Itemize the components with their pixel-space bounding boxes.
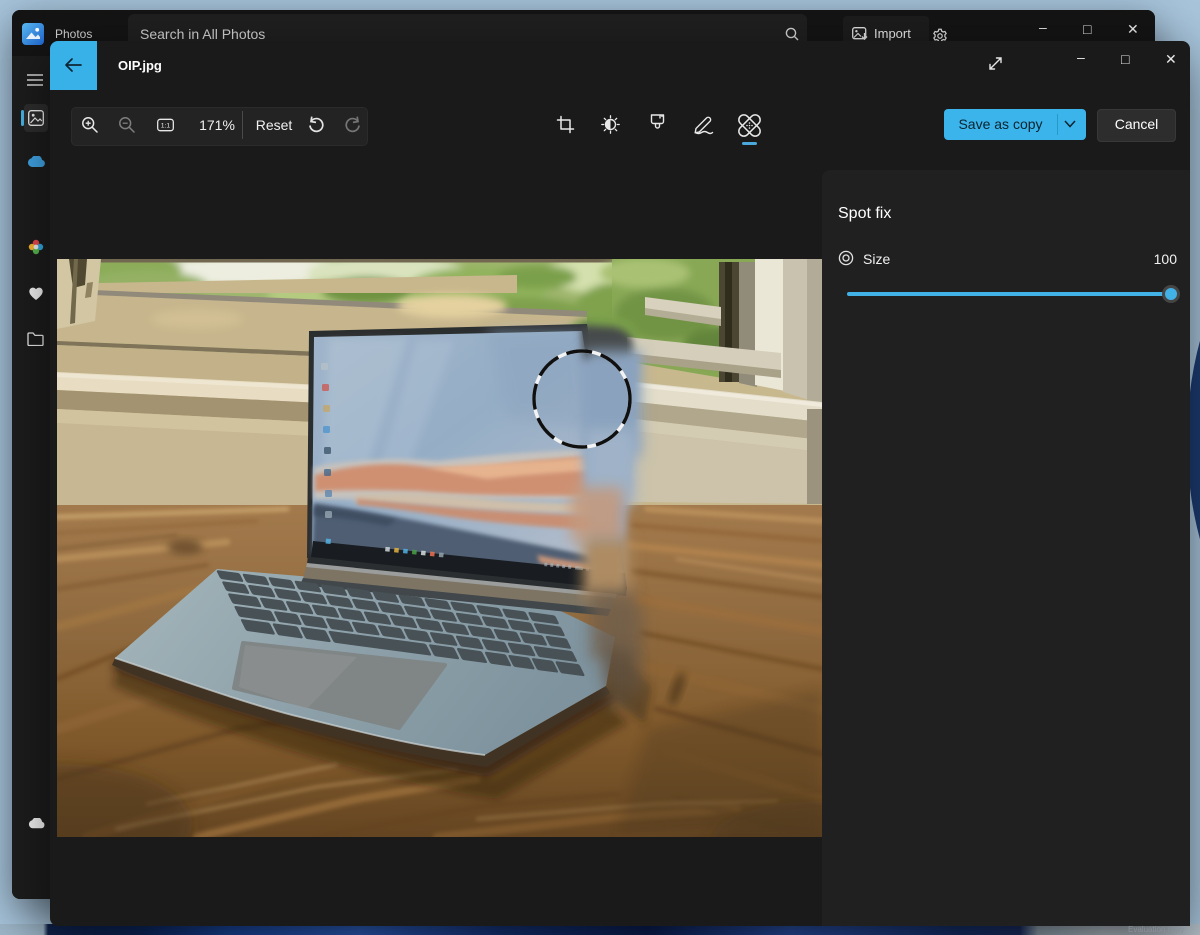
- svg-text:1:1: 1:1: [161, 123, 171, 130]
